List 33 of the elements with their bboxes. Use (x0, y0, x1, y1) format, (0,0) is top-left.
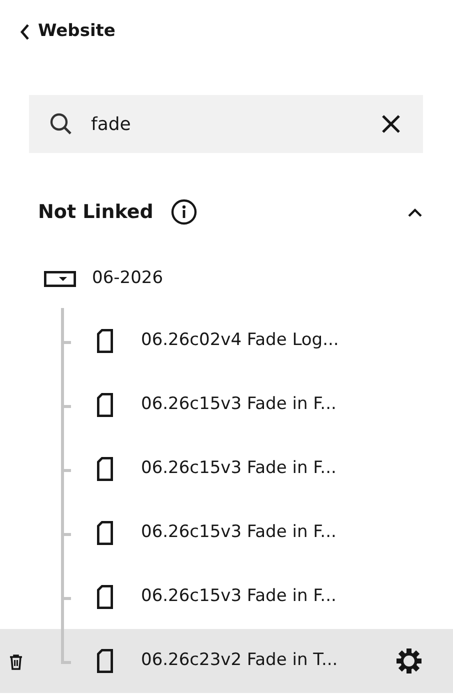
file-name: 06.26c02v4 Fade Log... (141, 329, 339, 352)
file-name: 06.26c15v3 Fade in F... (141, 585, 336, 608)
clear-button[interactable] (381, 114, 401, 134)
file-icon (97, 329, 113, 353)
file-row[interactable]: 06.26c23v2 Fade in T... (0, 629, 453, 693)
file-icon (97, 393, 113, 417)
file-name: 06.26c15v3 Fade in F... (141, 393, 336, 416)
info-icon[interactable] (171, 199, 198, 225)
folder-row[interactable]: 06-2026 (44, 263, 164, 295)
file-name: 06.26c23v2 Fade in T... (141, 649, 338, 672)
chevron-up-icon (407, 207, 423, 217)
back-link[interactable]: Website (0, 0, 116, 44)
settings-button[interactable] (396, 648, 422, 674)
trash-icon (9, 654, 23, 670)
file-icon (97, 457, 113, 481)
search-field[interactable]: fade (29, 95, 423, 153)
file-row[interactable]: 06.26c15v3 Fade in F... (0, 565, 453, 629)
file-row[interactable]: 06.26c02v4 Fade Log... (0, 309, 453, 373)
file-name: 06.26c15v3 Fade in F... (141, 457, 336, 480)
folder-icon (44, 271, 76, 287)
search-icon (49, 112, 73, 136)
file-row[interactable]: 06.26c15v3 Fade in F... (0, 373, 453, 437)
file-name: 06.26c15v3 Fade in F... (141, 521, 336, 544)
file-icon (97, 649, 113, 673)
settings-icon (396, 648, 422, 674)
file-row[interactable]: 06.26c15v3 Fade in F... (0, 501, 453, 565)
file-row[interactable]: 06.26c15v3 Fade in F... (0, 437, 453, 501)
back-chevron-icon (20, 23, 30, 41)
section-title: Not Linked (38, 200, 154, 225)
collapse-toggle[interactable] (407, 207, 423, 217)
close-icon (381, 114, 401, 134)
file-icon (97, 585, 113, 609)
file-icon (97, 521, 113, 545)
